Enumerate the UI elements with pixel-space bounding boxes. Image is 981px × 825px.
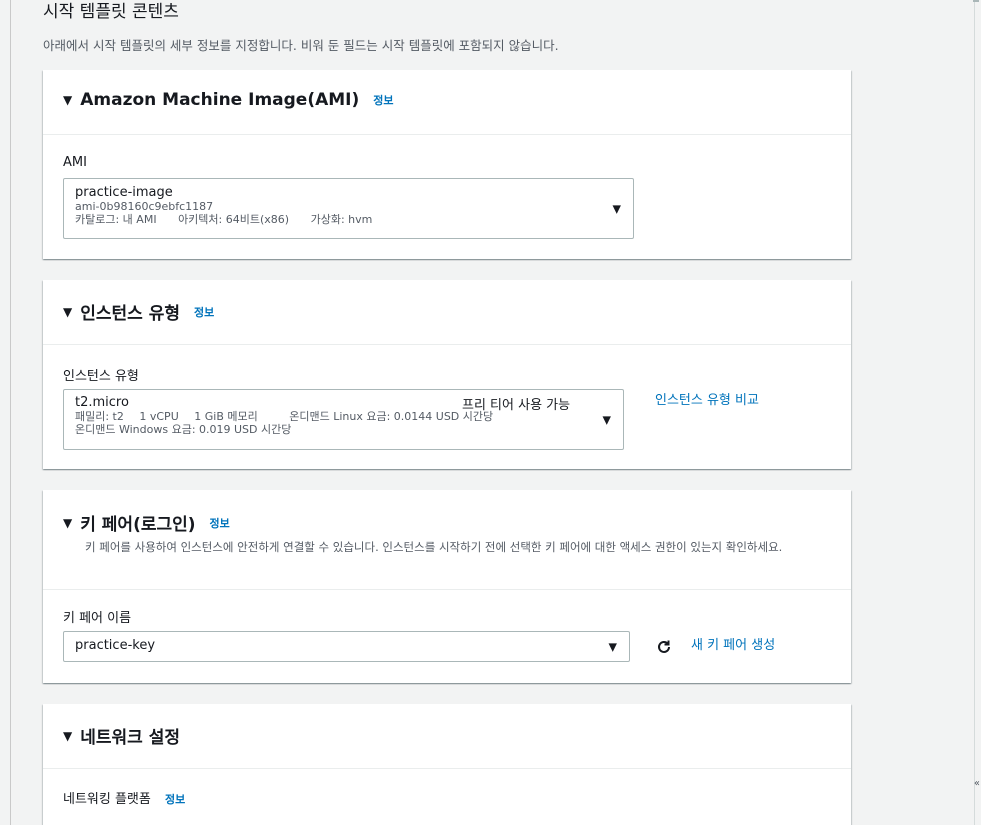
section-header: 시작 템플릿 콘텐츠 아래에서 시작 템플릿의 세부 정보를 지정합니다. 비워…	[43, 0, 863, 54]
caret-down-icon[interactable]: ▼	[63, 729, 72, 743]
instance-type-panel-header[interactable]: ▼ 인스턴스 유형 정보	[43, 280, 851, 345]
collapse-panel-icon[interactable]: «	[974, 778, 980, 789]
instance-memory: 1 GiB 메모리	[194, 410, 258, 423]
network-panel-header[interactable]: ▼ 네트워크 설정	[43, 704, 851, 769]
create-key-pair-link[interactable]: 새 키 페어 생성	[691, 634, 775, 653]
key-pair-panel-title: 키 페어(로그인)	[80, 515, 196, 535]
key-pair-info-link[interactable]: 정보	[210, 515, 230, 531]
ami-info-link[interactable]: 정보	[373, 92, 393, 108]
instance-vcpu: 1 vCPU	[139, 410, 179, 423]
key-pair-field-label: 키 페어 이름	[63, 611, 132, 626]
ami-panel-title: Amazon Machine Image(AMI)	[80, 90, 360, 110]
ami-details: 카탈로그: 내 AMI 아키텍처: 64비트(x86) 가상화: hvm	[75, 213, 622, 226]
instance-type-panel-title: 인스턴스 유형	[80, 304, 180, 324]
key-pair-description: 키 페어를 사용하여 인스턴스에 안전하게 연결할 수 있습니다. 인스턴스를 …	[85, 540, 783, 554]
ami-field-label: AMI	[63, 155, 87, 170]
ami-panel-header[interactable]: ▼ Amazon Machine Image(AMI) 정보	[43, 70, 851, 135]
chevron-down-icon[interactable]: ▼	[613, 202, 621, 215]
network-panel-title: 네트워크 설정	[80, 728, 180, 748]
section-description: 아래에서 시작 템플릿의 세부 정보를 지정합니다. 비워 둔 필드는 시작 템…	[43, 38, 559, 53]
right-divider	[974, 0, 975, 825]
instance-family: 패밀리: t2	[75, 410, 124, 423]
page: « 시작 템플릿 콘텐츠 아래에서 시작 템플릿의 세부 정보를 지정합니다. …	[0, 0, 981, 825]
instance-type-select[interactable]: t2.micro 프리 티어 사용 가능 패밀리: t2 1 vCPU 1 Gi…	[63, 389, 624, 450]
networking-platform-text: 네트워킹 플랫폼	[63, 792, 151, 807]
free-tier-badge: 프리 티어 사용 가능	[462, 398, 571, 413]
ami-arch: 아키텍처: 64비트(x86)	[178, 213, 290, 226]
instance-type-field-label: 인스턴스 유형	[63, 369, 139, 384]
left-divider	[10, 0, 11, 825]
key-pair-panel: ▼ 키 페어(로그인) 정보 키 페어를 사용하여 인스턴스에 안전하게 연결할…	[43, 490, 851, 683]
refresh-icon[interactable]	[655, 638, 673, 656]
ami-id: ami-0b98160c9ebfc1187	[75, 200, 214, 213]
networking-platform-info-link[interactable]: 정보	[165, 793, 185, 806]
compare-instance-types-link[interactable]: 인스턴스 유형 비교	[655, 389, 759, 408]
corner-mark	[973, 0, 979, 2]
ami-name: practice-image	[75, 185, 173, 200]
key-pair-select[interactable]: practice-key ▼	[63, 631, 630, 662]
ami-catalog: 카탈로그: 내 AMI	[75, 213, 157, 226]
caret-down-icon[interactable]: ▼	[63, 305, 72, 319]
ami-panel: ▼ Amazon Machine Image(AMI) 정보 AMI pract…	[43, 70, 851, 259]
chevron-down-icon[interactable]: ▼	[603, 413, 611, 426]
caret-down-icon[interactable]: ▼	[63, 93, 72, 107]
ami-select[interactable]: practice-image ami-0b98160c9ebfc1187 카탈로…	[63, 178, 634, 239]
instance-windows-price: 온디맨드 Windows 요금: 0.019 USD 시간당	[75, 423, 292, 436]
network-panel: ▼ 네트워크 설정 네트워킹 플랫폼 정보	[43, 704, 851, 825]
section-title: 시작 템플릿 콘텐츠	[43, 2, 179, 22]
instance-type-info-link[interactable]: 정보	[194, 304, 214, 320]
key-pair-panel-header[interactable]: ▼ 키 페어(로그인) 정보 키 페어를 사용하여 인스턴스에 안전하게 연결할…	[43, 490, 851, 590]
caret-down-icon[interactable]: ▼	[63, 516, 72, 530]
ami-virt: 가상화: hvm	[310, 213, 373, 226]
instance-type-panel: ▼ 인스턴스 유형 정보 인스턴스 유형 t2.micro 프리 티어 사용 가…	[43, 280, 851, 469]
networking-platform-label: 네트워킹 플랫폼 정보	[63, 788, 185, 807]
key-pair-value: practice-key	[75, 638, 156, 653]
chevron-down-icon[interactable]: ▼	[609, 640, 617, 653]
